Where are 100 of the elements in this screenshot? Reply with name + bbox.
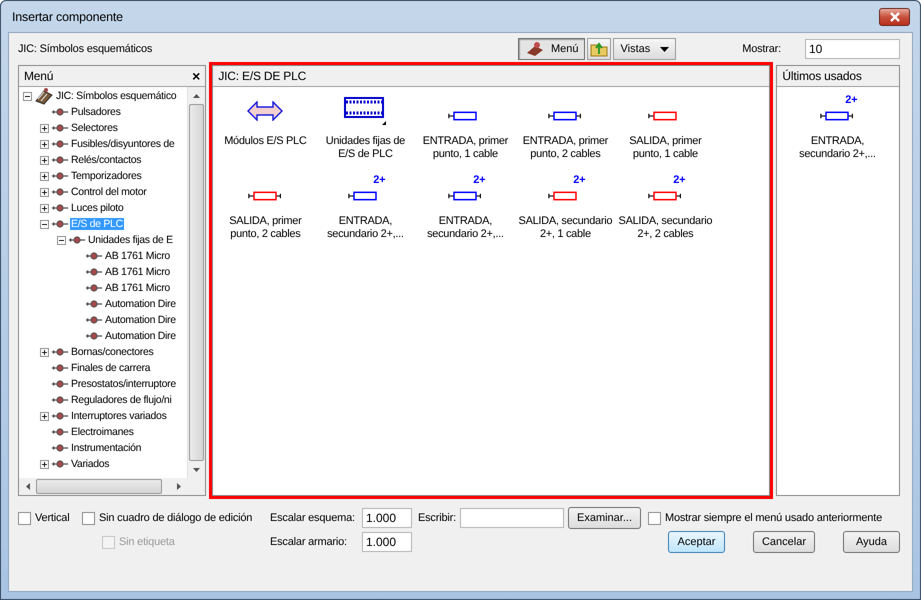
expand-toggle[interactable] [40, 140, 49, 148]
tree-item[interactable]: Fusibles/disyuntores de [70, 138, 176, 150]
tree-item[interactable]: Electroimanes [70, 426, 135, 438]
tree-item[interactable]: Automation Dire [104, 330, 177, 342]
scale-field[interactable]: 1.000 [362, 532, 412, 552]
expand-toggle[interactable] [40, 460, 49, 468]
badge-label: 2+ [373, 175, 386, 185]
horizontal-scrollbar[interactable] [19, 478, 206, 495]
tree-item[interactable]: Temporizadores [70, 170, 142, 182]
checkbox-label: Sin cuadro de diálogo de edición [99, 512, 252, 524]
field-label: Escalar esquema: [270, 512, 356, 524]
write-field[interactable] [460, 508, 564, 528]
dialog-button[interactable]: Aceptar [668, 531, 725, 553]
component-icon [51, 427, 69, 437]
symbol-label[interactable]: ENTRADA, secundario 2+,... [790, 135, 884, 161]
expand-toggle[interactable] [40, 156, 49, 164]
tree-item[interactable]: Finales de carrera [70, 362, 152, 374]
component-icon [85, 299, 103, 309]
tree-item[interactable]: Instrumentación [70, 442, 142, 454]
terminal-strip-icon [344, 97, 386, 125]
tree-item[interactable]: AB 1761 Micro [104, 266, 171, 278]
component-icon [85, 251, 103, 261]
scale-field[interactable]: 1.000 [362, 508, 412, 528]
tree-item[interactable]: Luces piloto [70, 202, 124, 214]
panel-title: Menú [24, 69, 54, 83]
plus-icon [41, 412, 48, 420]
tree-item[interactable]: Unidades fijas de E [87, 234, 174, 246]
tree-item[interactable]: Automation Dire [104, 314, 177, 326]
component-icon [51, 107, 69, 117]
library-icon [34, 87, 54, 105]
tree-item[interactable]: Presostatos/interruptore [70, 378, 177, 390]
plus-icon [41, 124, 48, 132]
symbol-label[interactable]: SALIDA, secundario 2+, 2 cables [618, 215, 712, 241]
tree-item[interactable]: AB 1761 Micro [104, 250, 171, 262]
arrow-down-icon [193, 468, 200, 472]
folder-up-button[interactable] [587, 38, 612, 60]
checkbox-label: Mostrar siempre el menú usado anteriormente [665, 512, 882, 524]
checkbox[interactable] [18, 512, 31, 524]
badge-label: 2+ [573, 175, 586, 185]
tree-item[interactable]: Reguladores de flujo/ni [70, 394, 173, 406]
expand-toggle[interactable] [40, 172, 49, 180]
expand-toggle[interactable] [40, 220, 49, 228]
show-count-field[interactable]: 10 [805, 39, 900, 59]
tree-item[interactable]: Variados [70, 458, 110, 470]
panel-title: JIC: E/S DE PLC [218, 69, 306, 83]
close-button[interactable] [879, 8, 910, 26]
views-dropdown[interactable]: Vistas [613, 38, 676, 60]
tree-item[interactable]: Selectores [70, 122, 119, 134]
symbol-label[interactable]: ENTRADA, secundario 2+,... [318, 215, 412, 241]
plus-icon [41, 348, 48, 356]
symbol-label[interactable]: Módulos E/S PLC [218, 135, 312, 148]
window-title: Insertar componente [12, 10, 123, 24]
close-panel-button[interactable]: × [192, 69, 200, 83]
symbol-label[interactable]: Unidades fijas de E/S de PLC [318, 135, 412, 161]
browse-button[interactable]: Examinar... [568, 507, 642, 529]
tree-item[interactable]: Relés/contactos [70, 154, 142, 166]
checkbox[interactable] [82, 512, 95, 524]
component-icon [85, 315, 103, 325]
tree-item[interactable]: JIC: Símbolos esquemático [55, 90, 178, 102]
expand-toggle[interactable] [40, 348, 49, 356]
panel-title: Últimos usados [782, 69, 862, 83]
symbol-label[interactable]: ENTRADA, primer punto, 1 cable [418, 135, 512, 161]
component-icon [51, 123, 69, 133]
expand-toggle[interactable] [40, 124, 49, 132]
plus-icon [41, 156, 48, 164]
expand-toggle[interactable] [23, 92, 32, 100]
symbol-label[interactable]: SALIDA, secundario 2+, 1 cable [518, 215, 612, 241]
dialog-button[interactable]: Ayuda [843, 531, 900, 553]
plus-icon [41, 204, 48, 212]
component-icon [51, 139, 69, 149]
component-icon [85, 267, 103, 277]
expand-toggle[interactable] [40, 412, 49, 420]
tree-item[interactable]: Automation Dire [104, 298, 177, 310]
symbol-label[interactable]: ENTRADA, primer punto, 2 cables [518, 135, 612, 161]
component-icon [51, 155, 69, 165]
plus-icon [41, 172, 48, 180]
component-icon [68, 235, 86, 245]
expand-toggle[interactable] [40, 204, 49, 212]
vertical-scrollbar[interactable] [187, 87, 206, 478]
symbol-label[interactable]: ENTRADA, secundario 2+,... [418, 215, 512, 241]
component-icon [51, 219, 69, 229]
field-label: Escribir: [418, 512, 457, 524]
component-icon [51, 411, 69, 421]
tree-item[interactable]: Bornas/conectores [70, 346, 154, 358]
checkbox[interactable] [648, 512, 661, 524]
tree-item[interactable]: AB 1761 Micro [104, 282, 171, 294]
expand-toggle[interactable] [57, 236, 66, 244]
menu-toggle-button[interactable]: Menú [518, 38, 586, 60]
expand-toggle[interactable] [40, 188, 49, 196]
dialog-button[interactable]: Cancelar [752, 531, 815, 553]
tree-item[interactable]: Control del motor [70, 186, 148, 198]
tree-item[interactable]: Interruptores variados [70, 410, 168, 422]
component-icon [51, 379, 69, 389]
component-icon [85, 331, 103, 341]
plus-icon [41, 188, 48, 196]
badge-label: 2+ [673, 175, 686, 185]
tree-item[interactable]: Pulsadores [70, 106, 122, 118]
symbol-label[interactable]: SALIDA, primer punto, 1 cable [618, 135, 712, 161]
symbol-label[interactable]: SALIDA, primer punto, 2 cables [218, 215, 312, 241]
folder-icon [590, 41, 608, 57]
